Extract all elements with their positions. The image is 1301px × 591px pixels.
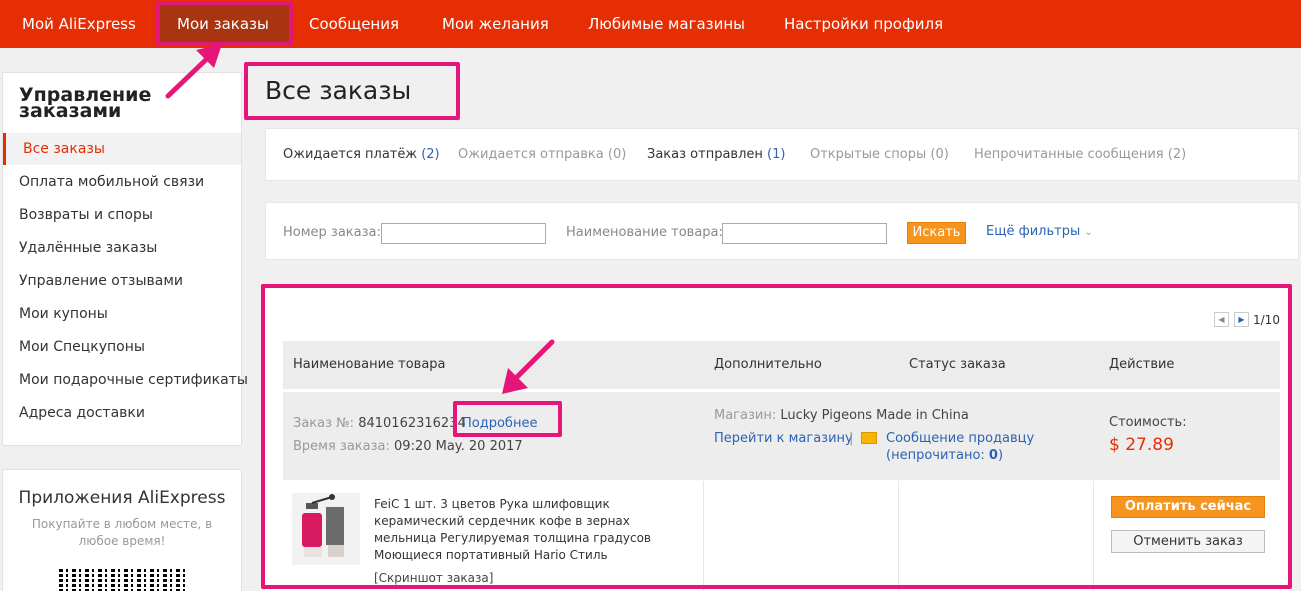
column-divider [1093,481,1094,591]
sidebar-item-gift-cards[interactable]: Мои подарочные сертификаты [3,364,248,396]
unread-label: (непрочитано: [886,448,985,463]
nav-item-favorite-stores[interactable]: Любимые магазины [588,0,745,48]
column-header-action: Действие [1109,357,1175,372]
sidebar-title-line2: заказами [19,100,122,122]
column-header-status: Статус заказа [909,357,1006,372]
column-divider [898,481,899,591]
envelope-icon [861,432,877,444]
nav-item-wishlist[interactable]: Мои желания [442,0,549,48]
sidebar-item-feedback[interactable]: Управление отзывами [3,265,241,297]
cost-label: Стоимость: [1109,415,1187,430]
order-number-value: 8410162316234 [358,416,466,431]
nav-item-profile-settings[interactable]: Настройки профиля [784,0,943,48]
page-title: Все заказы [265,76,412,105]
sidebar-item-special-coupons[interactable]: Мои Спецкупоны [3,331,241,363]
chevron-down-icon: ⌄ [1084,227,1093,238]
unread-close: ) [997,448,1004,463]
tab-label: Заказ отправлен [647,147,763,162]
column-header-additional: Дополнительно [714,357,822,372]
tab-count: (1) [767,147,786,162]
product-image[interactable] [292,493,360,565]
column-divider [703,481,704,591]
store-name: Lucky Pigeons Made in China [780,408,969,423]
nav-item-my-aliexpress[interactable]: Мой AliExpress [22,0,136,48]
apps-title: Приложения AliExpress [18,488,226,508]
tab-unread-messages[interactable]: Непрочитанные сообщения (2) [974,147,1186,162]
tab-awaiting-shipment[interactable]: Ожидается отправка (0) [458,147,626,162]
tab-label: Ожидается платёж [283,147,418,162]
orders-table-header: Наименование товара Дополнительно Статус… [283,341,1280,389]
search-button[interactable]: Искать [907,222,966,244]
cancel-order-button[interactable]: Отменить заказ [1111,530,1265,553]
page-indicator: 1/10 [1253,313,1280,327]
sidebar: Управление заказами Все заказы Оплата мо… [2,72,248,446]
order-time: Время заказа: 09:20 May. 20 2017 [293,439,523,454]
order-number-label: Заказ №: [293,416,355,431]
tab-count: (2) [1167,147,1187,162]
tab-label: Ожидается отправка [458,147,604,162]
order-cost: $ 27.89 [1109,435,1174,455]
order-details-link[interactable]: Подробнее [462,416,537,431]
tab-label: Непрочитанные сообщения [974,147,1164,162]
column-header-product: Наименование товара [293,357,446,372]
nav-item-messages[interactable]: Сообщения [309,0,399,48]
more-filters-label: Ещё фильтры [986,224,1081,239]
prev-page-button[interactable]: ◀ [1214,312,1229,327]
tab-count: (0) [607,147,627,162]
nav-item-my-orders[interactable]: Мои заказы [177,0,269,48]
status-tabs: Ожидается платёж (2) Ожидается отправка … [265,128,1299,181]
tab-label: Открытые споры [810,147,927,162]
tab-shipped[interactable]: Заказ отправлен (1) [647,147,785,162]
store-info: Магазин: Lucky Pigeons Made in China [714,408,969,423]
link-separator: | [849,431,854,446]
tab-count: (0) [930,147,949,162]
go-to-store-link[interactable]: Перейти к магазину [714,431,853,446]
tab-count: (2) [421,147,440,162]
product-name-input[interactable] [722,223,887,244]
unread-count: 0 [988,448,998,463]
order-time-value: 09:20 May. 20 2017 [394,439,523,454]
product-title-link[interactable]: FeiC 1 шт. 3 цветов Рука шлифовщик керам… [374,496,674,564]
message-seller-link[interactable]: Сообщение продавцу [886,431,1034,446]
pay-now-button[interactable]: Оплатить сейчас [1111,496,1265,518]
order-time-label: Время заказа: [293,439,390,454]
top-nav-bar: Мой AliExpress Мои заказы Сообщения Мои … [0,0,1301,48]
sidebar-item-mobile-payment[interactable]: Оплата мобильной связи [3,166,241,198]
unread-messages-count: (непрочитано: 0) [886,448,1003,463]
sidebar-item-all-orders[interactable]: Все заказы [3,133,241,165]
next-page-button[interactable]: ▶ [1234,312,1249,327]
sidebar-title: Управление заказами [19,86,179,122]
sidebar-item-returns-disputes[interactable]: Возвраты и споры [3,199,241,231]
sidebar-item-deleted-orders[interactable]: Удалённые заказы [3,232,241,264]
qr-code-icon [59,567,189,591]
order-number-label: Номер заказа: [283,225,381,240]
coffee-grinder-icon [292,493,360,565]
store-label: Магазин: [714,408,777,423]
tab-awaiting-payment[interactable]: Ожидается платёж (2) [283,147,440,162]
apps-panel: Приложения AliExpress Покупайте в любом … [2,469,242,591]
order-snapshot-link[interactable]: [Скриншот заказа] [374,571,493,585]
order-number-input[interactable] [381,223,546,244]
product-name-label: Наименование товара: [566,225,723,240]
more-filters-link[interactable]: Ещё фильтры ⌄ [986,224,1093,239]
filter-panel: Номер заказа: Наименование товара: Искат… [265,202,1299,260]
sidebar-item-coupons[interactable]: Мои купоны [3,298,241,330]
order-number: Заказ №: 8410162316234 [293,416,466,431]
tab-open-disputes[interactable]: Открытые споры (0) [810,147,949,162]
apps-subtitle: Покупайте в любом месте, в любое время! [31,517,213,548]
sidebar-item-addresses[interactable]: Адреса доставки [3,397,241,429]
